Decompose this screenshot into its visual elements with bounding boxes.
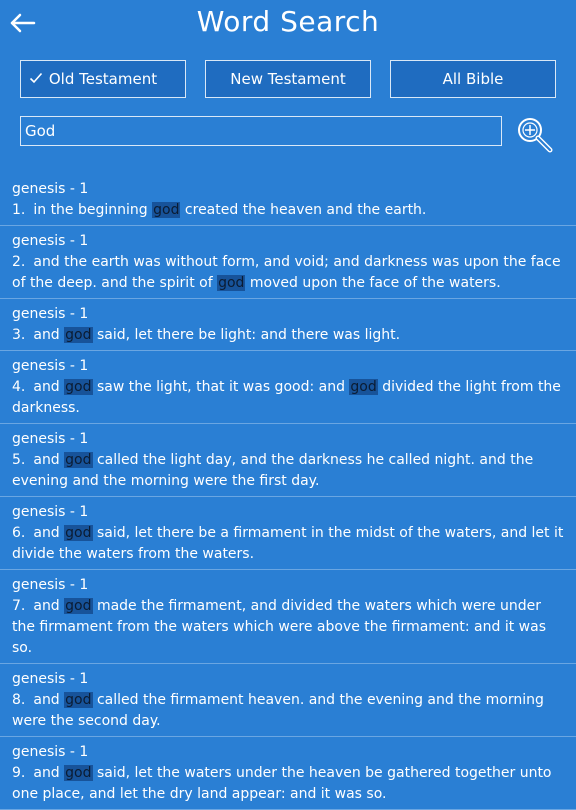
verse-text-segment: and: [33, 379, 65, 395]
verse-text-segment: saw the light, that it was good: and: [92, 379, 350, 395]
testament-filter: Old Testament New Testament All Bible: [20, 60, 556, 98]
verse-text: 7. and god made the firmament, and divide…: [12, 596, 566, 659]
verse-number: 7.: [12, 598, 26, 614]
verse-result[interactable]: genesis - 1 3. and god said, let there be …: [0, 299, 576, 351]
highlighted-match: god: [64, 598, 93, 614]
verse-text-segment: in the beginning: [33, 202, 153, 218]
tab-new-testament[interactable]: New Testament: [205, 60, 371, 98]
highlighted-match: god: [349, 379, 378, 395]
verse-text-segment: moved upon the face of the waters.: [245, 275, 501, 291]
verse-reference: genesis - 1: [12, 233, 89, 249]
verse-reference: genesis - 1: [12, 671, 89, 687]
verse-number: 8.: [12, 692, 26, 708]
verse-text: 8. and god called the firmament heaven. a…: [12, 690, 566, 732]
verse-number: 4.: [12, 379, 26, 395]
verse-number: 3.: [12, 327, 26, 343]
verse-text-segment: and: [33, 452, 65, 468]
verse-number: 1.: [12, 202, 26, 218]
search-button[interactable]: [514, 114, 558, 156]
verse-reference: genesis - 1: [12, 504, 89, 520]
search-input[interactable]: [20, 116, 502, 146]
verse-result[interactable]: genesis - 1 9. and god said, let the water…: [0, 737, 576, 810]
highlighted-match: god: [64, 525, 93, 541]
verse-text-segment: said, let there be light: and there was …: [92, 327, 401, 343]
verse-number: 6.: [12, 525, 26, 541]
verse-text-segment: said, let there be a firmament in the mi…: [12, 525, 564, 562]
verse-text: 3. and god said, let there be light: and …: [12, 325, 566, 346]
verse-result[interactable]: genesis - 1 2. and the earth was without f…: [0, 226, 576, 299]
tab-all-bible-label: All Bible: [442, 70, 504, 88]
verse-text: 1. in the beginning god created the heave…: [12, 200, 566, 221]
verse-text-segment: and: [33, 692, 65, 708]
header-bar: Word Search: [0, 0, 576, 48]
highlighted-match: god: [64, 765, 93, 781]
tab-new-testament-label: New Testament: [230, 70, 346, 88]
verse-text-segment: and: [33, 765, 65, 781]
verse-text-segment: and: [33, 598, 65, 614]
verse-result[interactable]: genesis - 1 4. and god saw the light, that…: [0, 351, 576, 424]
verse-result[interactable]: genesis - 1 6. and god said, let there be …: [0, 497, 576, 570]
highlighted-match: god: [64, 327, 93, 343]
highlighted-match: god: [64, 452, 93, 468]
tab-all-bible[interactable]: All Bible: [390, 60, 556, 98]
verse-number: 9.: [12, 765, 26, 781]
verse-text-segment: called the firmament heaven. and the eve…: [12, 692, 544, 729]
highlighted-match: god: [152, 202, 181, 218]
verse-text-segment: and: [33, 327, 65, 343]
verse-result[interactable]: genesis - 1 5. and god called the light da…: [0, 424, 576, 497]
verse-number: 5.: [12, 452, 26, 468]
verse-reference: genesis - 1: [12, 744, 89, 760]
verse-result[interactable]: genesis - 1 8. and god called the firmamen…: [0, 664, 576, 737]
verse-reference: genesis - 1: [12, 577, 89, 593]
verse-text: 2. and the earth was without form, and vo…: [12, 252, 566, 294]
search-results-list: genesis - 1 1. in the beginning god create…: [0, 174, 576, 810]
highlighted-match: god: [217, 275, 246, 291]
verse-text: 4. and god saw the light, that it was goo…: [12, 377, 566, 419]
highlighted-match: god: [64, 692, 93, 708]
page-title: Word Search: [196, 5, 380, 38]
verse-number: 2.: [12, 254, 26, 270]
verse-result[interactable]: genesis - 1 7. and god made the firmament,…: [0, 570, 576, 664]
verse-reference: genesis - 1: [12, 306, 89, 322]
verse-text-segment: said, let the waters under the heaven be…: [12, 765, 552, 802]
verse-result[interactable]: genesis - 1 1. in the beginning god create…: [0, 174, 576, 226]
verse-text: 9. and god said, let the waters under the…: [12, 763, 566, 805]
verse-text-segment: made the firmament, and divided the wate…: [12, 598, 547, 656]
verse-text: 5. and god called the light day, and the …: [12, 450, 566, 492]
verse-text: 6. and god said, let there be a firmament…: [12, 523, 566, 565]
verse-text-segment: created the heaven and the earth.: [180, 202, 427, 218]
tab-old-testament[interactable]: Old Testament: [20, 60, 186, 98]
highlighted-match: god: [64, 379, 93, 395]
verse-text-segment: and: [33, 525, 65, 541]
checkmark-icon: [29, 72, 43, 84]
verse-reference: genesis - 1: [12, 181, 89, 197]
zoom-search-icon: [518, 118, 553, 153]
tab-old-testament-label: Old Testament: [48, 70, 158, 88]
verse-reference: genesis - 1: [12, 358, 89, 374]
verse-reference: genesis - 1: [12, 431, 89, 447]
